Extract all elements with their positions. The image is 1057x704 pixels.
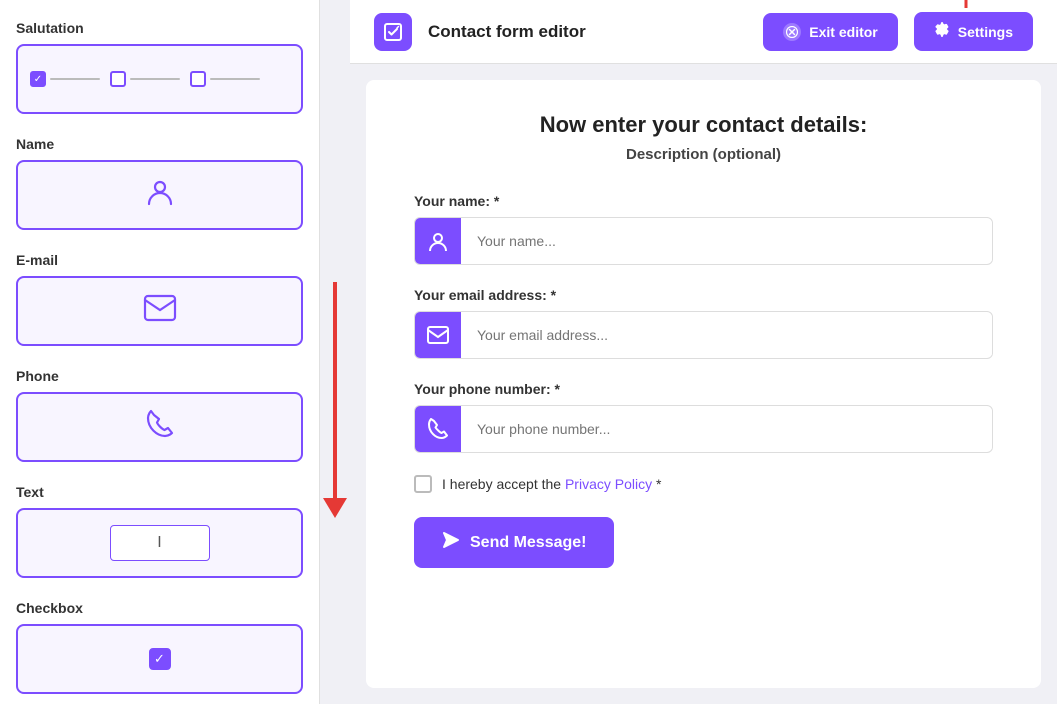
sidebar-section-checkbox: Checkbox ✓: [16, 600, 303, 694]
checkbox-field-box[interactable]: ✓: [16, 624, 303, 694]
exit-editor-button[interactable]: Exit editor: [763, 13, 897, 51]
salutation-row: ✓: [30, 71, 289, 87]
scroll-down-arrow: [333, 282, 337, 502]
checkbox-icon: ✓: [149, 648, 171, 670]
salutation-field-box[interactable]: ✓: [16, 44, 303, 114]
form-title: Now enter your contact details:: [414, 112, 993, 138]
exit-editor-label: Exit editor: [809, 24, 877, 40]
form-field-label-name: Your name: *: [414, 193, 993, 209]
sidebar-section-salutation: Salutation ✓: [16, 20, 303, 114]
sal-item-1: ✓: [30, 71, 100, 87]
name-field-box[interactable]: [16, 160, 303, 230]
sidebar-section-label-phone: Phone: [16, 368, 303, 384]
privacy-label: I hereby accept the Privacy Policy *: [442, 476, 661, 492]
email-field-box[interactable]: [16, 276, 303, 346]
form-field-label-phone: Your phone number: *: [414, 381, 993, 397]
phone-field-box[interactable]: [16, 392, 303, 462]
text-input-repr: I: [110, 525, 210, 561]
form-field-name: Your name: *: [414, 193, 993, 265]
top-bar-title: Contact form editor: [428, 22, 747, 42]
cursor-icon: I: [157, 534, 161, 552]
privacy-checkbox-row: I hereby accept the Privacy Policy *: [414, 475, 993, 493]
exit-editor-icon: [783, 23, 801, 41]
sidebar-section-label-text: Text: [16, 484, 303, 500]
sidebar-section-text: Text I: [16, 484, 303, 578]
form-input-row-email[interactable]: [414, 311, 993, 359]
sal-item-3: [190, 71, 260, 87]
envelope-icon: [143, 294, 177, 329]
form-editor-icon: [374, 13, 412, 51]
text-field-box[interactable]: I: [16, 508, 303, 578]
form-field-phone: Your phone number: *: [414, 381, 993, 453]
checkbox-checkmark: ✓: [154, 651, 165, 667]
privacy-label-pre: I hereby accept the: [442, 476, 565, 492]
settings-button[interactable]: Settings: [914, 12, 1033, 51]
form-input-row-name[interactable]: [414, 217, 993, 265]
sidebar-section-label-name: Name: [16, 136, 303, 152]
checkmark-1: ✓: [34, 74, 42, 85]
sidebar: Salutation ✓ Name: [0, 0, 320, 704]
form-input-icon-name: [415, 218, 461, 264]
sal-line-3: [210, 78, 260, 80]
sal-checkbox-3: [190, 71, 206, 87]
form-input-icon-email: [415, 312, 461, 358]
form-field-label-email: Your email address: *: [414, 287, 993, 303]
sidebar-section-label-salutation: Salutation: [16, 20, 303, 36]
sal-line-2: [130, 78, 180, 80]
form-input-row-phone[interactable]: [414, 405, 993, 453]
sal-line-1: [50, 78, 100, 80]
sidebar-section-label-checkbox: Checkbox: [16, 600, 303, 616]
form-description: Description (optional): [414, 146, 993, 163]
form-field-email: Your email address: *: [414, 287, 993, 359]
settings-label: Settings: [958, 24, 1013, 40]
privacy-label-post: *: [652, 476, 661, 492]
sidebar-section-name: Name: [16, 136, 303, 230]
gear-icon: [934, 22, 950, 41]
form-input-email[interactable]: [461, 315, 992, 355]
phone-icon: [146, 409, 174, 446]
send-message-label: Send Message!: [470, 534, 586, 552]
person-icon: [144, 176, 176, 215]
settings-arrow: [954, 0, 978, 15]
form-input-icon-phone: [415, 406, 461, 452]
form-preview: Now enter your contact details: Descript…: [366, 80, 1041, 688]
sal-checkbox-1: ✓: [30, 71, 46, 87]
scroll-down-arrow-container: [320, 0, 350, 704]
main-area: Contact form editor Exit editor: [350, 0, 1057, 704]
form-input-name[interactable]: [461, 221, 992, 261]
privacy-policy-link[interactable]: Privacy Policy: [565, 476, 652, 492]
sidebar-section-email: E-mail: [16, 252, 303, 346]
send-message-button[interactable]: Send Message!: [414, 517, 614, 568]
sidebar-section-label-email: E-mail: [16, 252, 303, 268]
sal-checkbox-2: [110, 71, 126, 87]
privacy-checkbox[interactable]: [414, 475, 432, 493]
sidebar-section-phone: Phone: [16, 368, 303, 462]
sal-item-2: [110, 71, 180, 87]
form-input-phone[interactable]: [461, 409, 992, 449]
top-bar: Contact form editor Exit editor: [350, 0, 1057, 64]
send-icon: [442, 531, 460, 554]
